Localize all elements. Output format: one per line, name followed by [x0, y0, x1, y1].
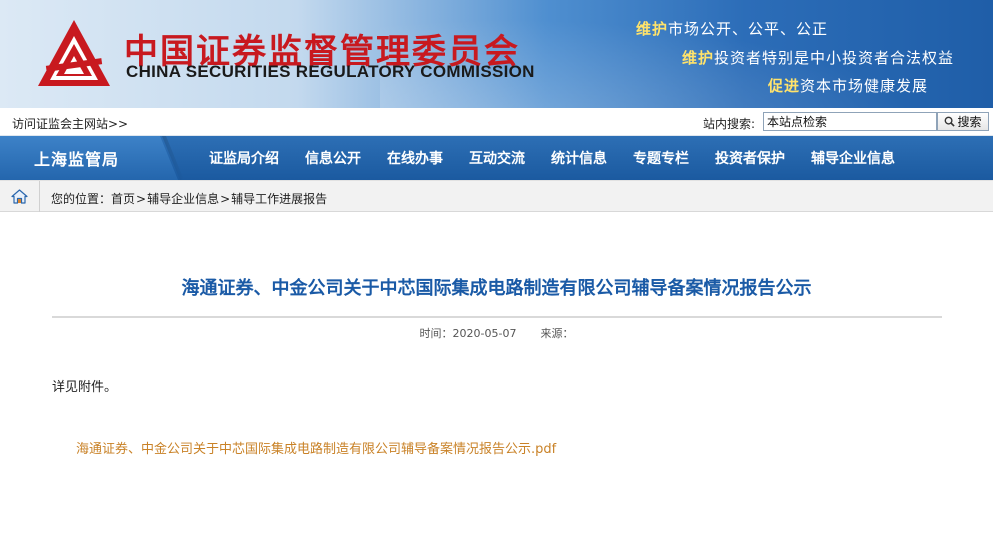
nav-item-interaction[interactable]: 互动交流 [456, 135, 538, 181]
slogan-1-text: 市场公开、公平、公正 [668, 20, 829, 38]
slogan-2-highlight: 维护 [682, 49, 715, 67]
breadcrumb-separator: > [136, 192, 147, 206]
nav-items: 证监局介绍 信息公开 在线办事 互动交流 统计信息 专题专栏 投资者保护 辅导企… [196, 136, 908, 180]
nav-item-online-service[interactable]: 在线办事 [374, 135, 456, 181]
main-nav: 上海监管局 证监局介绍 信息公开 在线办事 互动交流 统计信息 专题专栏 投资者… [0, 136, 993, 180]
search-button[interactable]: 搜索 [937, 112, 989, 131]
nav-item-investor-protection[interactable]: 投资者保护 [702, 135, 798, 181]
slogan-1-highlight: 维护 [636, 20, 669, 38]
search-input[interactable] [763, 112, 937, 131]
title-divider [52, 316, 942, 318]
home-icon [11, 189, 28, 204]
article-title: 海通证券、中金公司关于中芯国际集成电路制造有限公司辅导备案情况报告公示 [181, 278, 812, 299]
search-label: 站内搜索: [703, 117, 756, 131]
site-banner: 中国证券监督管理委员会 CHINA SECURITIES REGULATORY … [0, 0, 993, 108]
nav-item-statistics[interactable]: 统计信息 [538, 135, 620, 181]
org-name-en: CHINA SECURITIES REGULATORY COMMISSION [126, 62, 535, 81]
main-site-link[interactable]: 访问证监会主网站>> [12, 115, 128, 132]
slogan-3: 促进资本市场健康发展 [768, 75, 928, 96]
slogan-3-text: 资本市场健康发展 [800, 77, 929, 95]
slogan-3-highlight: 促进 [768, 77, 801, 95]
nav-item-special-topics[interactable]: 专题专栏 [620, 135, 702, 181]
nav-item-bureau-intro[interactable]: 证监局介绍 [196, 135, 292, 181]
search-icon [945, 116, 956, 127]
nav-item-coached-companies[interactable]: 辅导企业信息 [798, 135, 908, 181]
search-button-label: 搜索 [957, 115, 982, 129]
breadcrumb-item-coached-companies[interactable]: 辅导企业信息 [147, 192, 219, 206]
source-label: 来源： [540, 327, 574, 340]
attachment-link[interactable]: 海通证券、中金公司关于中芯国际集成电路制造有限公司辅导备案情况报告公示.pdf [76, 438, 556, 457]
breadcrumb-item-progress-reports[interactable]: 辅导工作进展报告 [231, 192, 327, 206]
breadcrumb-trail: 您的位置：首页>辅导企业信息>辅导工作进展报告 [51, 190, 327, 207]
breadcrumb-separator: > [220, 192, 231, 206]
breadcrumb-prefix: 您的位置： [51, 192, 112, 206]
home-button[interactable] [0, 181, 40, 212]
publish-date: 2020-05-07 [452, 327, 517, 340]
utility-bar: 访问证监会主网站>> 站内搜索: 搜索 [0, 108, 993, 136]
bureau-tab[interactable]: 上海监管局 [0, 136, 178, 180]
slogan-2-text: 投资者特别是中小投资者合法权益 [714, 49, 955, 67]
breadcrumb: 您的位置：首页>辅导企业信息>辅导工作进展报告 [0, 180, 993, 212]
article-body: 详见附件。 [52, 380, 118, 395]
slogan-1: 维护市场公开、公平、公正 [636, 18, 828, 39]
breadcrumb-item-home[interactable]: 首页 [111, 192, 135, 206]
time-label: 时间： [419, 327, 453, 340]
article-meta: 时间：2020-05-07 来源： [0, 325, 993, 341]
nav-item-info-disclosure[interactable]: 信息公开 [292, 135, 374, 181]
bureau-name: 上海监管局 [34, 150, 120, 169]
csrc-logo-icon[interactable] [36, 18, 112, 90]
slogan-2: 维护投资者特别是中小投资者合法权益 [682, 47, 954, 68]
